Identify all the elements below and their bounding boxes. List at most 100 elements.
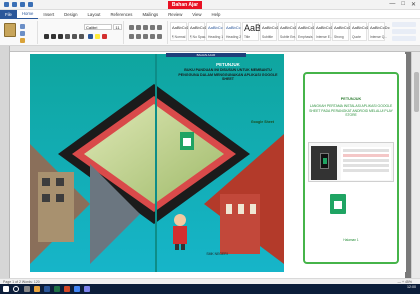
undo-icon[interactable] [12, 2, 17, 7]
chrome-icon[interactable] [74, 286, 80, 292]
paste-icon[interactable] [4, 23, 16, 37]
title-bar: Bahan Ajar — □ ✕ [0, 0, 420, 10]
right-page-body: LANGKAH PERTAMA INSTALASI APLIKASI GOOGL… [309, 104, 393, 118]
spine-label: BAHAN AJAR [166, 53, 246, 57]
mascot-head [174, 214, 186, 226]
font-name-select[interactable]: Calibri [84, 24, 112, 30]
format-painter-icon[interactable] [20, 38, 25, 43]
minimize-button[interactable]: — [389, 1, 395, 8]
word-icon[interactable] [44, 286, 50, 292]
clipboard-group [0, 21, 38, 44]
list-item [343, 159, 389, 162]
cover-subtitle: Google Sheet [250, 120, 274, 124]
select-button[interactable] [392, 36, 416, 41]
tab-file[interactable]: File [0, 9, 17, 19]
tab-review[interactable]: Review [163, 10, 187, 19]
system-clock[interactable]: 12:00 [407, 285, 416, 289]
bold-icon[interactable] [44, 34, 49, 39]
customize-icon[interactable] [28, 2, 33, 7]
underline-icon[interactable] [58, 34, 63, 39]
left-window [42, 194, 50, 202]
close-button[interactable]: ✕ [411, 1, 416, 8]
replace-button[interactable] [392, 29, 416, 34]
mascot-leg [181, 244, 185, 250]
subscript-icon[interactable] [72, 34, 77, 39]
tab-insert[interactable]: Insert [38, 10, 59, 19]
file-explorer-icon[interactable] [34, 286, 40, 292]
right-window [238, 204, 244, 214]
style-label: Intense E... [316, 35, 333, 39]
right-building-wall [220, 194, 260, 254]
google-sheets-icon [330, 194, 346, 214]
tab-help[interactable]: Help [207, 10, 226, 19]
indent-icon[interactable] [150, 25, 155, 30]
playstore-screenshot [308, 142, 394, 182]
highlight-icon[interactable] [95, 34, 100, 39]
back-cover-title: PETUNJUK [216, 62, 240, 67]
excel-icon[interactable] [54, 286, 60, 292]
back-cover-text: BUKU PANDUAN INI DISUSUN UNTUK MEMBANTU … [178, 68, 278, 82]
style-subtle-emphasis[interactable]: AaBbCcDc Subtle Em... [278, 22, 300, 41]
superscript-icon[interactable] [79, 34, 84, 39]
scrollbar-thumb[interactable] [414, 72, 419, 112]
find-button[interactable] [392, 22, 416, 27]
right-window [250, 204, 256, 214]
style-label: Emphasis [298, 35, 313, 39]
start-icon[interactable] [3, 286, 9, 292]
mascot-leg [175, 244, 179, 250]
vertical-scrollbar[interactable] [411, 52, 420, 278]
font-size-select[interactable]: 11 [113, 24, 122, 30]
cut-icon[interactable] [20, 24, 25, 29]
style-sample: AaBbCcD [262, 25, 280, 30]
numbering-icon[interactable] [136, 25, 141, 30]
style-title[interactable]: AaB Title [242, 22, 262, 41]
style-heading-2[interactable]: AaBbCc Heading 2 [224, 22, 241, 41]
tab-references[interactable]: References [105, 10, 137, 19]
task-view-icon[interactable] [24, 286, 30, 292]
copy-icon[interactable] [20, 31, 25, 36]
teams-icon[interactable] [84, 286, 90, 292]
style-quote[interactable]: AaBbCcDc Quote [350, 22, 372, 41]
style-label: Subtitle [262, 35, 273, 39]
font-group: Calibri 11 [40, 21, 124, 44]
ribbon-tabs: File Home Insert Design Layout Reference… [0, 9, 420, 19]
quick-access-toolbar [4, 2, 33, 7]
italic-icon[interactable] [51, 34, 56, 39]
align-left-icon[interactable] [129, 34, 134, 39]
font-color-icon[interactable] [102, 34, 107, 39]
tab-layout[interactable]: Layout [83, 10, 106, 19]
style-no-spacing[interactable]: AaBbCcDc ¶ No Spac... [188, 22, 210, 41]
sort-icon[interactable] [157, 25, 162, 30]
playstore-list [341, 147, 391, 180]
powerpoint-icon[interactable] [64, 286, 70, 292]
tab-design[interactable]: Design [59, 10, 82, 19]
redo-icon[interactable] [20, 2, 25, 7]
text-effects-icon[interactable] [88, 34, 93, 39]
tab-home[interactable]: Home [16, 9, 39, 19]
sheets-icon-grid [183, 138, 191, 146]
style-heading-1[interactable]: AaBbCc Heading 1 [206, 22, 223, 41]
multilevel-icon[interactable] [143, 25, 148, 30]
shading-icon[interactable] [157, 34, 162, 39]
maximize-button[interactable]: □ [401, 1, 405, 8]
style-sample: AaB [244, 23, 262, 33]
style-normal[interactable]: AaBbCcDc ¶ Normal [170, 22, 192, 41]
save-icon[interactable] [4, 2, 9, 7]
style-subtitle[interactable]: AaBbCcD Subtitle [260, 22, 280, 41]
left-window [56, 194, 64, 202]
tab-mailings[interactable]: Mailings [137, 10, 163, 19]
cover-artwork [30, 54, 284, 272]
strikethrough-icon[interactable] [65, 34, 70, 39]
style-strong[interactable]: AaBbCcDc Strong [332, 22, 354, 41]
style-intense-emphasis[interactable]: AaBbCcDc Intense E... [314, 22, 336, 41]
style-emphasis[interactable]: AaBbCcDc Emphasis [296, 22, 318, 41]
styles-gallery: AaBbCcDc ¶ Normal AaBbCcDc ¶ No Spac... Aa… [170, 22, 390, 41]
justify-icon[interactable] [150, 34, 155, 39]
search-icon[interactable] [13, 286, 19, 292]
tab-view[interactable]: View [187, 10, 206, 19]
align-right-icon[interactable] [143, 34, 148, 39]
ribbon-home: Calibri 11 AaBbCcDc ¶ Normal AaBbCcDc ¶ … [0, 19, 420, 46]
bullets-icon[interactable] [129, 25, 134, 30]
align-center-icon[interactable] [136, 34, 141, 39]
style-intense-quote[interactable]: AaBbCcDc Intense Q... [368, 22, 390, 41]
